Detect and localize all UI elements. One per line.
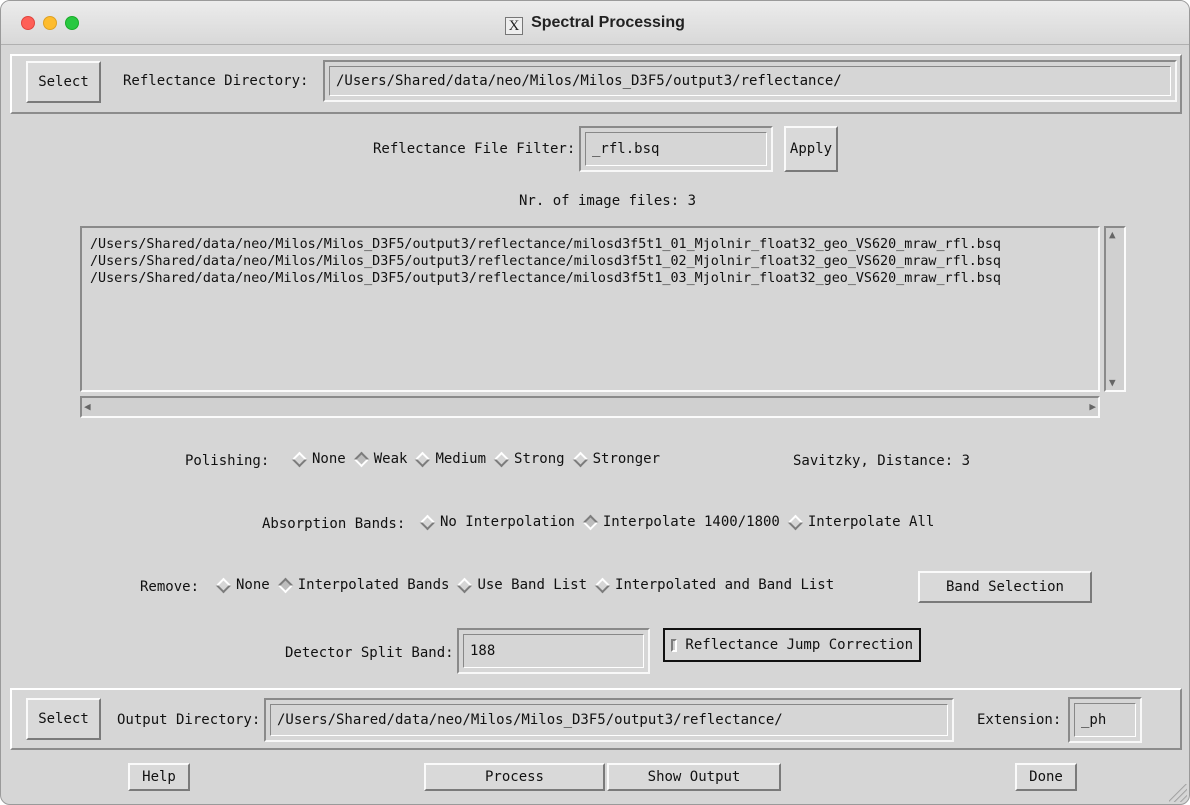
- file-list-item[interactable]: /Users/Shared/data/neo/Milos/Milos_D3F5/…: [90, 236, 1090, 253]
- process-button[interactable]: Process: [424, 763, 605, 791]
- detector-split-band-input[interactable]: 188: [463, 634, 644, 668]
- detector-split-band-field[interactable]: 188: [457, 628, 650, 674]
- x11-app-icon: X: [505, 17, 524, 35]
- polishing-option-weak[interactable]: Weak: [353, 451, 407, 467]
- output-directory-label: Output Directory:: [117, 712, 261, 728]
- remove-option-none[interactable]: None: [215, 577, 270, 593]
- polishing-option-none[interactable]: None: [291, 451, 346, 467]
- image-file-count: Nr. of image files: 3: [519, 193, 697, 209]
- output-directory-input[interactable]: /Users/Shared/data/neo/Milos/Milos_D3F5/…: [270, 704, 948, 736]
- file-list-item[interactable]: /Users/Shared/data/neo/Milos/Milos_D3F5/…: [90, 253, 1090, 270]
- absorption-option-interpolate-1400-1800[interactable]: Interpolate 1400/1800: [582, 514, 780, 530]
- reflectance-file-list[interactable]: /Users/Shared/data/neo/Milos/Milos_D3F5/…: [80, 226, 1100, 392]
- scroll-right-arrow-icon[interactable]: ▶: [1089, 400, 1096, 414]
- select-reflectance-directory-button[interactable]: Select: [26, 61, 101, 103]
- file-list-item[interactable]: /Users/Shared/data/neo/Milos/Milos_D3F5/…: [90, 270, 1090, 287]
- apply-filter-button[interactable]: Apply: [784, 126, 838, 172]
- scroll-down-arrow-icon[interactable]: ▼: [1109, 376, 1116, 390]
- window-title: Spectral Processing: [531, 14, 685, 31]
- reflectance-directory-label: Reflectance Directory:: [123, 73, 309, 89]
- scroll-up-arrow-icon[interactable]: ▲: [1109, 228, 1116, 242]
- show-output-button[interactable]: Show Output: [607, 763, 781, 791]
- extension-input[interactable]: _ph: [1074, 703, 1136, 737]
- absorption-bands-label: Absorption Bands:: [262, 516, 406, 532]
- polishing-option-strong[interactable]: Strong: [493, 451, 565, 467]
- remove-radio-group: None Interpolated Bands Use Band List In…: [215, 577, 844, 593]
- remove-option-interpolated-and-band-list[interactable]: Interpolated and Band List: [594, 577, 834, 593]
- absorption-radio-group: No Interpolation Interpolate 1400/1800 I…: [419, 514, 944, 530]
- reflectance-jump-correction-label: Reflectance Jump Correction: [685, 637, 913, 653]
- extension-label: Extension:: [977, 712, 1062, 728]
- checkbox-unchecked-icon[interactable]: [671, 638, 678, 652]
- select-output-directory-button[interactable]: Select: [26, 698, 101, 740]
- resize-grip-icon[interactable]: [1169, 784, 1187, 802]
- radio-diamond-selected-icon: [277, 577, 293, 593]
- done-button[interactable]: Done: [1015, 763, 1077, 791]
- reflectance-jump-correction-checkbox[interactable]: Reflectance Jump Correction: [663, 628, 921, 662]
- absorption-option-interpolate-all[interactable]: Interpolate All: [787, 514, 934, 530]
- remove-option-use-band-list[interactable]: Use Band List: [457, 577, 587, 593]
- radio-diamond-selected-icon: [582, 514, 599, 530]
- radio-diamond-icon: [787, 514, 804, 530]
- reflectance-directory-field[interactable]: /Users/Shared/data/neo/Milos/Milos_D3F5/…: [323, 60, 1177, 102]
- radio-diamond-selected-icon: [353, 451, 369, 467]
- scroll-left-arrow-icon[interactable]: ◀: [84, 400, 91, 414]
- reflectance-filter-field[interactable]: _rfl.bsq: [579, 126, 773, 172]
- remove-option-interpolated-bands[interactable]: Interpolated Bands: [277, 577, 449, 593]
- window-title-group: X Spectral Processing: [1, 14, 1189, 35]
- radio-diamond-icon: [291, 451, 308, 467]
- savitzky-distance-text: Savitzky, Distance: 3: [793, 453, 971, 469]
- reflectance-directory-input[interactable]: /Users/Shared/data/neo/Milos/Milos_D3F5/…: [329, 66, 1171, 96]
- reflectance-filter-label: Reflectance File Filter:: [373, 141, 576, 157]
- radio-diamond-icon: [215, 577, 232, 593]
- radio-diamond-icon: [457, 577, 473, 593]
- output-directory-field[interactable]: /Users/Shared/data/neo/Milos/Milos_D3F5/…: [264, 698, 954, 742]
- file-list-horizontal-scrollbar[interactable]: ◀ ▶: [80, 396, 1100, 418]
- extension-field[interactable]: _ph: [1068, 697, 1142, 743]
- polishing-label: Polishing:: [185, 453, 270, 469]
- help-button[interactable]: Help: [128, 763, 190, 791]
- radio-diamond-icon: [572, 451, 588, 467]
- polishing-option-stronger[interactable]: Stronger: [572, 451, 660, 467]
- polishing-radio-group: None Weak Medium Strong Stronger: [291, 451, 670, 467]
- absorption-option-no-interpolation[interactable]: No Interpolation: [419, 514, 575, 530]
- radio-diamond-icon: [594, 577, 611, 593]
- radio-diamond-icon: [415, 451, 431, 467]
- file-list-vertical-scrollbar[interactable]: ▲ ▼: [1104, 226, 1126, 392]
- radio-diamond-icon: [493, 451, 510, 467]
- title-bar[interactable]: X Spectral Processing: [1, 1, 1189, 45]
- band-selection-button[interactable]: Band Selection: [918, 571, 1092, 603]
- polishing-option-medium[interactable]: Medium: [415, 451, 486, 467]
- detector-split-band-label: Detector Split Band:: [285, 645, 454, 661]
- spectral-processing-window: X Spectral Processing Select Reflectance …: [0, 0, 1190, 805]
- radio-diamond-icon: [419, 514, 436, 530]
- remove-label: Remove:: [140, 579, 200, 595]
- reflectance-filter-input[interactable]: _rfl.bsq: [585, 132, 767, 166]
